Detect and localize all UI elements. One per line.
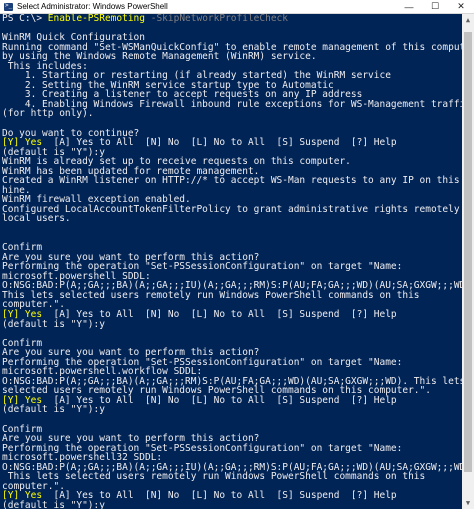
- console-line: local users.: [2, 214, 464, 224]
- window-title: Select Administrator: Windows PowerShell: [17, 2, 168, 11]
- powershell-window: Select Administrator: Windows PowerShell…: [0, 0, 474, 509]
- scroll-down-icon[interactable]: ▼: [462, 497, 474, 509]
- minimize-button[interactable]: —: [396, 0, 422, 13]
- console-text: local users.: [2, 213, 71, 225]
- console-line: This lets selected users remotely run Wi…: [2, 472, 464, 482]
- console-text: -SkipNetworkProfileCheck: [145, 14, 288, 24]
- console-text: (default is "Y"):y: [2, 499, 105, 509]
- console-text: (default is "Y"):y: [2, 404, 105, 416]
- console-text: Enable-PSRemoting: [47, 14, 145, 24]
- console-line: PS C:\> Enable-PSRemoting -SkipNetworkPr…: [2, 14, 464, 24]
- title-bar[interactable]: Select Administrator: Windows PowerShell…: [0, 0, 474, 14]
- close-button[interactable]: ✕: [448, 0, 474, 13]
- powershell-icon: [4, 2, 13, 11]
- console-text: Configured LocalAccountTokenFilterPolicy…: [2, 203, 464, 215]
- console-line: Configured LocalAccountTokenFilterPolicy…: [2, 205, 464, 215]
- console-text: (for http only).: [2, 108, 94, 120]
- console-text: PS C:\>: [2, 14, 48, 24]
- console-output[interactable]: PS C:\> Enable-PSRemoting -SkipNetworkPr…: [0, 14, 464, 509]
- vertical-scrollbar[interactable]: ▲ ▼: [462, 14, 474, 509]
- maximize-button[interactable]: ☐: [422, 0, 448, 13]
- console-line: Created a WinRM listener on HTTP://* to …: [2, 176, 464, 186]
- console-text: This lets selected users remotely run Wi…: [2, 471, 426, 483]
- console-line: This lets selected users remotely run Wi…: [2, 291, 464, 301]
- scrollbar-thumb[interactable]: [464, 32, 472, 472]
- scroll-up-icon[interactable]: ▲: [462, 14, 474, 26]
- console-line: (default is "Y"):y: [2, 501, 464, 509]
- console-text: (default is "Y"):y: [2, 318, 105, 330]
- console-line: (default is "Y"):y: [2, 405, 464, 415]
- console-text: Created a WinRM listener on HTTP://* to …: [2, 175, 464, 187]
- console-line: (default is "Y"):y: [2, 318, 464, 330]
- console-line: (for http only).: [2, 109, 464, 119]
